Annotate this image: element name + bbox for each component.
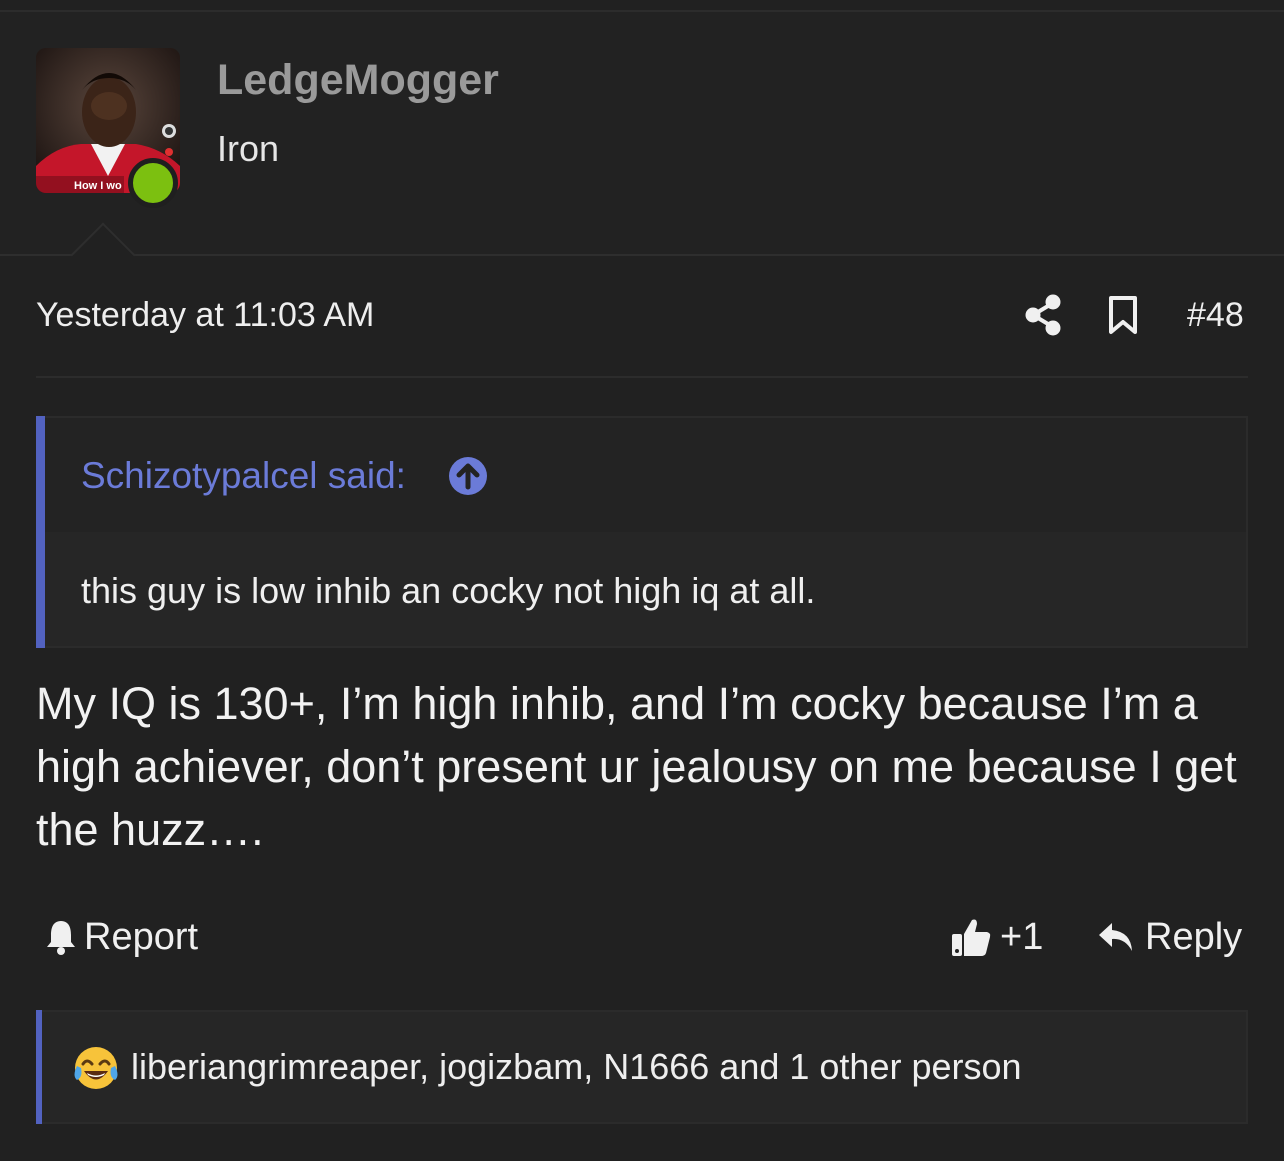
like-count: +1 (1000, 915, 1044, 958)
online-status-dot (128, 158, 178, 208)
arrow-up-circle-icon[interactable] (448, 456, 488, 496)
meta-divider (36, 376, 1248, 378)
share-icon[interactable] (1024, 294, 1062, 336)
thumbs-up-icon (952, 919, 991, 956)
reply-label: Reply (1145, 915, 1243, 958)
header-divider (0, 254, 1284, 256)
joy-tears-icon (74, 1047, 118, 1089)
reaction-users[interactable]: liberiangrimreaper, jogizbam, N1666 and … (131, 1046, 1022, 1088)
avatar-caption: How I wo (74, 180, 122, 192)
like-button[interactable]: +1 (950, 914, 1043, 960)
bell-icon (47, 921, 75, 955)
post-message: My IQ is 130+, I’m high inhib, and I’m c… (36, 678, 1237, 855)
quote-author[interactable]: Schizotypalcel said: (81, 455, 406, 497)
report-button[interactable]: Report (44, 914, 198, 960)
username[interactable]: LedgeMogger (217, 56, 499, 105)
bookmark-icon[interactable] (1106, 295, 1140, 335)
post-number[interactable]: #48 (1187, 296, 1244, 335)
reactions-accent-bar (36, 1010, 42, 1124)
quote-text: this guy is low inhib an cocky not high … (81, 570, 816, 611)
post-timestamp[interactable]: Yesterday at 11:03 AM (36, 296, 374, 335)
reply-button[interactable]: Reply (1097, 914, 1242, 960)
reply-icon (1099, 923, 1132, 951)
user-header (0, 12, 1284, 254)
report-label: Report (84, 915, 199, 958)
user-rank: Iron (217, 128, 280, 169)
quote-accent-bar (36, 416, 45, 648)
